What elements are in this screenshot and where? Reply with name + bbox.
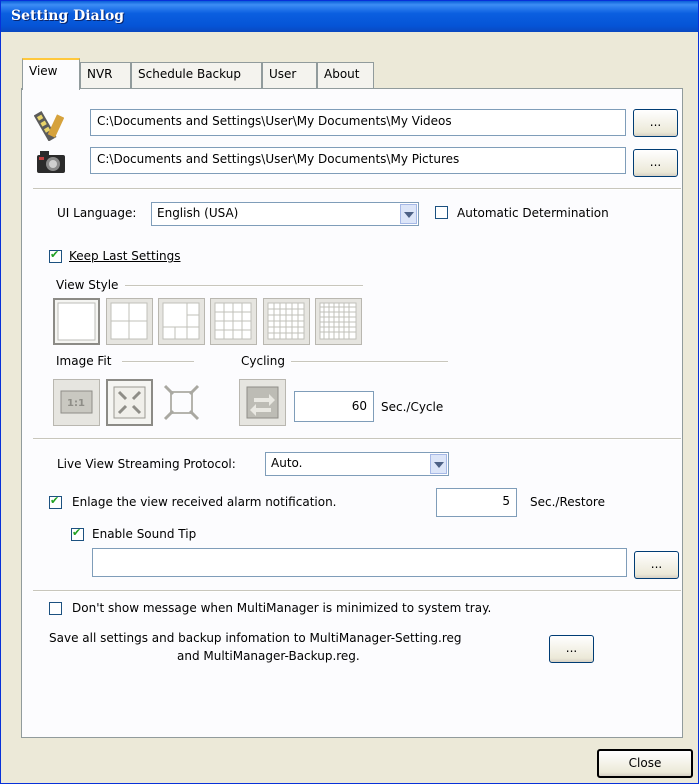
auto-determination-checkbox[interactable] xyxy=(435,206,448,219)
sound-file-path-field[interactable] xyxy=(92,548,627,577)
setting-dialog-window: Setting Dialog View NVR Schedule Backup … xyxy=(0,0,699,784)
video-folder-icon xyxy=(34,111,64,141)
tab-schedule-backup[interactable]: Schedule Backup xyxy=(131,62,262,88)
save-all-line1: Save all settings and backup infomation … xyxy=(49,631,462,645)
cycling-icon xyxy=(246,386,279,419)
chevron-down-icon[interactable] xyxy=(400,204,417,224)
streaming-protocol-label: Live View Streaming Protocol: xyxy=(57,457,236,471)
ui-language-select[interactable]: English (USA) xyxy=(151,202,419,226)
browse-sound-button[interactable]: ... xyxy=(634,551,679,579)
window-title: Setting Dialog xyxy=(11,8,125,24)
original-size-icon: 1:1 xyxy=(60,390,93,414)
tab-user[interactable]: User xyxy=(262,62,317,88)
video-path-field[interactable]: C:\Documents and Settings\User\My Docume… xyxy=(90,109,626,136)
stretch-button[interactable] xyxy=(158,379,205,426)
keep-last-settings-label: Keep Last Settings xyxy=(69,249,181,263)
quad-view-icon xyxy=(110,302,148,340)
six-view-icon xyxy=(162,302,200,340)
dont-show-message-checkbox[interactable] xyxy=(49,602,62,615)
restore-seconds-input[interactable]: 5 xyxy=(436,488,517,517)
stretch-icon xyxy=(163,384,200,421)
cycling-line xyxy=(291,361,448,363)
tab-nvr[interactable]: NVR xyxy=(80,62,131,88)
tab-view[interactable]: View xyxy=(22,58,80,90)
view-style-label: View Style xyxy=(56,278,119,292)
dont-show-message-label: Don't show message when MultiManager is … xyxy=(72,601,492,615)
restore-unit-label: Sec./Restore xyxy=(530,495,605,509)
ui-language-value: English (USA) xyxy=(157,206,239,220)
sound-tip-label: Enable Sound Tip xyxy=(92,527,197,541)
divider xyxy=(33,188,681,190)
divider xyxy=(33,438,681,440)
browse-picture-button[interactable]: ... xyxy=(633,149,678,177)
auto-determination-label: Automatic Determination xyxy=(457,206,609,220)
ui-language-label: UI Language: xyxy=(57,206,137,220)
sound-tip-checkbox[interactable] xyxy=(71,526,84,541)
enlarge-view-label: Enlage the view received alarm notificat… xyxy=(72,495,337,509)
twenty-five-view-icon xyxy=(319,302,357,340)
cycling-unit-label: Sec./Cycle xyxy=(381,400,444,414)
sixteen-view-icon xyxy=(267,302,305,340)
divider xyxy=(33,590,681,592)
keep-last-settings-checkbox[interactable] xyxy=(49,248,62,263)
layout-1x1-button[interactable] xyxy=(53,298,100,345)
picture-path-field[interactable]: C:\Documents and Settings\User\My Docume… xyxy=(90,147,626,174)
fit-window-button[interactable] xyxy=(106,379,153,426)
close-button[interactable]: Close xyxy=(597,749,693,778)
camera-icon xyxy=(37,151,65,173)
layout-1plus5-button[interactable] xyxy=(158,298,205,345)
chevron-down-icon[interactable] xyxy=(430,454,447,474)
streaming-protocol-value: Auto. xyxy=(271,456,303,470)
layout-2x2-button[interactable] xyxy=(106,298,153,345)
save-all-line2: and MultiManager-Backup.reg. xyxy=(177,649,360,663)
image-fit-label: Image Fit xyxy=(56,354,112,368)
fit-window-icon xyxy=(113,386,146,419)
layout-3x3-button[interactable] xyxy=(210,298,257,345)
save-settings-button[interactable]: ... xyxy=(549,635,594,663)
cycling-toggle-button[interactable] xyxy=(239,379,286,426)
streaming-protocol-select[interactable]: Auto. xyxy=(265,452,449,476)
image-fit-line xyxy=(122,361,194,363)
layout-5x5-button[interactable] xyxy=(315,298,362,345)
enlarge-view-checkbox[interactable] xyxy=(49,494,62,509)
browse-video-button[interactable]: ... xyxy=(633,109,678,137)
svg-text:1:1: 1:1 xyxy=(67,398,85,409)
title-bar[interactable]: Setting Dialog xyxy=(1,1,698,32)
original-size-button[interactable]: 1:1 xyxy=(53,379,100,426)
view-style-line xyxy=(125,285,363,287)
nine-view-icon xyxy=(214,302,252,340)
layout-4x4-button[interactable] xyxy=(263,298,310,345)
cycling-label: Cycling xyxy=(241,354,285,368)
tab-about[interactable]: About xyxy=(317,62,374,88)
single-view-icon xyxy=(57,302,96,341)
cycling-seconds-input[interactable]: 60 xyxy=(294,391,374,422)
